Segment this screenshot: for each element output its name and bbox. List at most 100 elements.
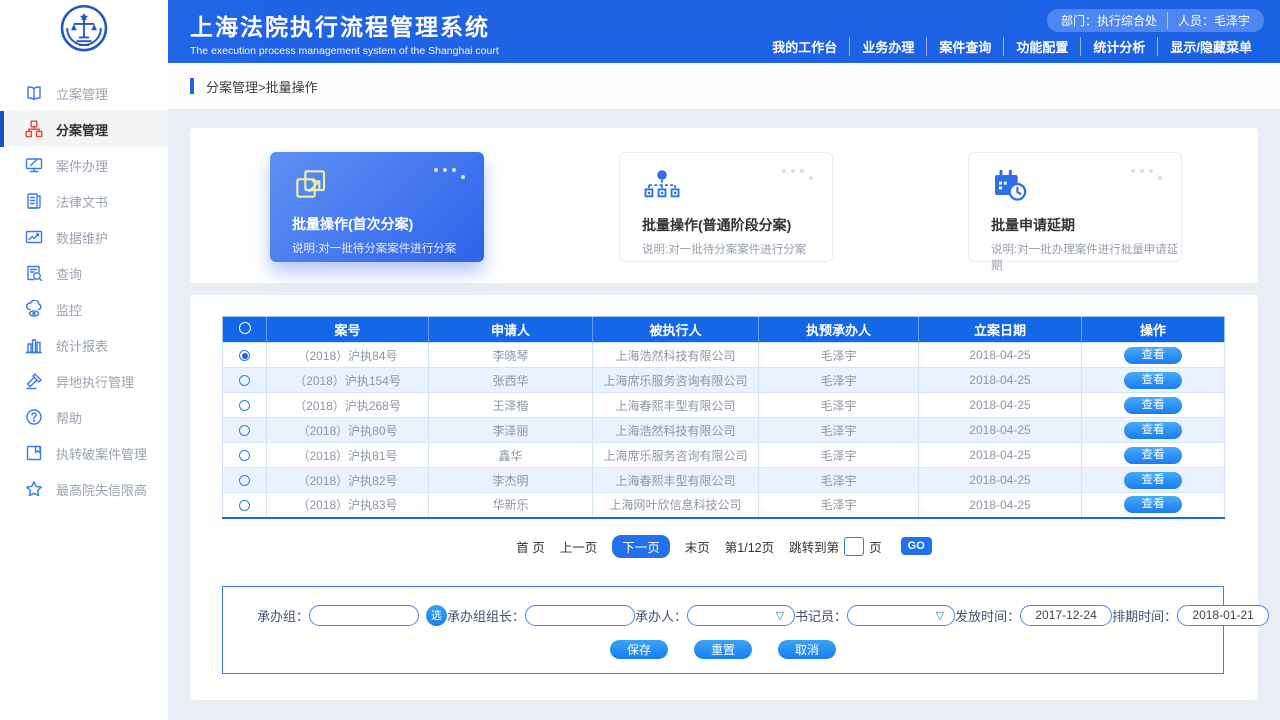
jump-suffix-label: 页 [869,537,882,556]
gavel-icon [25,372,43,390]
app-title-block: 上海法院执行流程管理系统 The execution process manag… [190,8,499,57]
row-radio[interactable] [239,375,250,386]
view-button[interactable]: 查看 [1124,372,1182,389]
court-emblem-icon [57,2,111,61]
row-radio[interactable] [239,350,250,361]
row-radio[interactable] [239,500,250,511]
more-dots-icon [434,168,468,182]
save-button[interactable]: 保存 [610,640,668,659]
view-button[interactable]: 查看 [1124,472,1182,489]
cell-respondent: 上海网叶欣信息科技公司 [593,493,759,518]
column-header-respondent: 被执行人 [593,317,759,343]
card-title: 批量申请延期 [991,215,1181,235]
nav-my-workspace[interactable]: 我的工作台 [760,37,849,56]
dropdown-arrow-icon: ▽ [936,609,944,622]
pagination-jump: 跳转到第 页 [789,537,882,556]
cell-applicant: 华新乐 [429,493,593,518]
sidebar-item-legal-documents[interactable]: 法律文书 [0,183,168,219]
case-table-panel: 案号 申请人 被执行人 执预承办人 立案日期 操作 （2018）沪执84号 李晓… [190,295,1258,700]
pagination-prev[interactable]: 上一页 [560,537,598,556]
pagination-next[interactable]: 下一页 [612,535,670,558]
sidebar-item-case-assignment[interactable]: 分案管理 [0,111,168,147]
go-button[interactable]: GO [901,537,932,555]
view-button[interactable]: 查看 [1124,347,1182,364]
view-button[interactable]: 查看 [1124,422,1182,439]
nav-configuration[interactable]: 功能配置 [1003,37,1080,56]
sidebar-item-label: 统计报表 [56,336,108,355]
issue-date-label: 发放时间： [955,606,1020,625]
main-content: 批量操作(首次分案) 说明:对一批待分案案件进行分案 批量操作(普通阶段分案) [168,110,1280,720]
cell-case-no: （2018）沪执81号 [267,443,429,468]
breadcrumb: 分案管理>批量操作 [206,77,318,96]
field-group-leader: 承办组组长： [447,605,635,626]
clerk-label: 书记员： [795,606,847,625]
sidebar-item-case-filing[interactable]: 立案管理 [0,75,168,111]
nav-business[interactable]: 业务办理 [849,37,926,56]
cell-case-no: （2018）沪执82号 [267,468,429,493]
sidebar-item-query[interactable]: 查询 [0,255,168,291]
cell-handler: 毛泽宇 [759,418,919,443]
jump-prefix-label: 跳转到第 [789,537,839,556]
app-header: 上海法院执行流程管理系统 The execution process manag… [0,0,1280,63]
card-batch-first-assignment[interactable]: 批量操作(首次分案) 说明:对一批待分案案件进行分案 [270,152,484,262]
row-radio[interactable] [239,425,250,436]
card-description: 说明:对一批待分案案件进行分案 [642,241,832,257]
column-header-applicant: 申请人 [429,317,593,343]
cell-handler: 毛泽宇 [759,393,919,418]
breadcrumb-bar: 分案管理>批量操作 [168,63,1280,110]
form-buttons-row: 保存 重置 取消 [257,640,1189,659]
sidebar-item-help[interactable]: 帮助 [0,399,168,435]
sidebar-item-label: 最高院失信限高 [56,480,147,499]
sidebar-item-case-handling[interactable]: 案件办理 [0,147,168,183]
nav-statistics[interactable]: 统计分析 [1080,37,1157,56]
sidebar-item-bankruptcy-transfer[interactable]: 执转破案件管理 [0,435,168,471]
table-row: （2018）沪执154号 张西华 上海席乐服务咨询有限公司 毛泽宇 2018-0… [223,368,1225,393]
view-button[interactable]: 查看 [1124,397,1182,414]
card-batch-normal-stage-assignment[interactable]: 批量操作(普通阶段分案) 说明:对一批待分案案件进行分案 [619,152,833,262]
field-schedule-date: 排期时间： 2018-01-21 [1112,605,1269,626]
card-batch-extension-request[interactable]: 批量申请延期 说明:对一批办理案件进行批量申请延期 [968,152,1182,262]
pagination-last[interactable]: 末页 [685,537,710,556]
sidebar-item-statistics-report[interactable]: 统计报表 [0,327,168,363]
select-group-button[interactable]: 选 [426,605,447,626]
view-button[interactable]: 查看 [1124,496,1182,513]
row-radio[interactable] [239,450,250,461]
clerk-select[interactable]: ▽ [847,605,955,626]
issue-date-value[interactable]: 2017-12-24 [1020,605,1112,626]
cell-handler: 毛泽宇 [759,493,919,518]
row-radio[interactable] [239,400,250,411]
breadcrumb-marker [190,78,194,94]
jump-page-input[interactable] [844,537,864,556]
nav-case-query[interactable]: 案件查询 [926,37,1003,56]
schedule-date-value[interactable]: 2018-01-21 [1177,605,1269,626]
reset-button[interactable]: 重置 [694,640,752,659]
schedule-date-label: 排期时间： [1112,606,1177,625]
row-radio[interactable] [239,475,250,486]
assignment-form: 承办组： 选 承办组组长： 承办人： ▽ [222,586,1224,674]
handler-group-input[interactable] [309,605,419,626]
view-button[interactable]: 查看 [1124,447,1182,464]
sidebar-item-remote-execution[interactable]: 异地执行管理 [0,363,168,399]
sidebar-item-data-maintenance[interactable]: 数据维护 [0,219,168,255]
cancel-button[interactable]: 取消 [778,640,836,659]
sidebar-item-label: 法律文书 [56,192,108,211]
org-chart-icon [25,120,43,138]
cell-respondent: 上海席乐服务咨询有限公司 [593,443,759,468]
sidebar-item-supreme-court-dishonesty[interactable]: 最高院失信限高 [0,471,168,507]
cell-case-no: （2018）沪执154号 [267,368,429,393]
cell-date: 2018-04-25 [919,418,1082,443]
form-fields-row: 承办组： 选 承办组组长： 承办人： ▽ [257,605,1189,626]
table-header-row: 案号 申请人 被执行人 执预承办人 立案日期 操作 [223,317,1225,343]
nav-toggle-menu[interactable]: 显示/隐藏菜单 [1157,37,1264,56]
group-leader-input[interactable] [525,605,635,626]
cell-case-no: （2018）沪执84号 [267,343,429,368]
operation-cards-panel: 批量操作(首次分案) 说明:对一批待分案案件进行分案 批量操作(普通阶段分案) [190,128,1258,283]
pagination-first[interactable]: 首 页 [516,537,544,556]
pagination-info: 第1/12页 [725,537,774,556]
handler-select[interactable]: ▽ [687,605,795,626]
column-header-handler: 执预承办人 [759,317,919,343]
cell-applicant: 李泽丽 [429,418,593,443]
select-all-radio[interactable] [239,322,251,334]
card-title: 批量操作(首次分案) [292,214,484,234]
sidebar-item-monitoring[interactable]: 监控 [0,291,168,327]
